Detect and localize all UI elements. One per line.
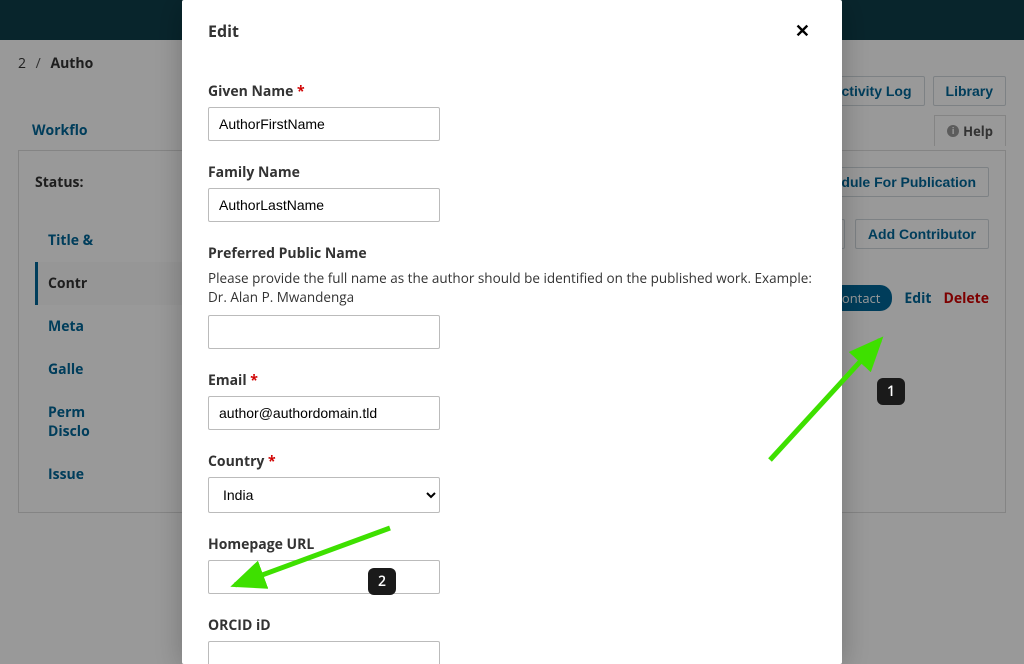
given-name-label: Given Name * <box>208 82 528 101</box>
country-select[interactable]: India <box>208 477 440 513</box>
preferred-name-label: Preferred Public Name <box>208 244 816 263</box>
email-label: Email * <box>208 371 528 390</box>
label-text: Given Name <box>208 82 293 101</box>
close-icon[interactable]: ✕ <box>789 21 816 41</box>
preferred-name-input[interactable] <box>208 315 440 349</box>
label-text: Country <box>208 452 264 471</box>
preferred-name-help: Please provide the full name as the auth… <box>208 269 816 307</box>
homepage-input[interactable] <box>208 560 440 594</box>
edit-contributor-modal: Edit ✕ Given Name * Family Name Preferre… <box>182 0 842 664</box>
given-name-group: Given Name * <box>208 82 528 141</box>
preferred-name-group: Preferred Public Name Please provide the… <box>208 244 816 349</box>
given-name-input[interactable] <box>208 107 440 141</box>
email-group: Email * <box>208 371 528 430</box>
country-group: Country * India <box>208 452 528 513</box>
country-label: Country * <box>208 452 528 471</box>
annotation-badge-1: 1 <box>877 378 905 405</box>
orcid-label: ORCID iD <box>208 616 528 635</box>
required-marker: * <box>268 452 276 471</box>
required-marker: * <box>250 371 258 390</box>
family-name-label: Family Name <box>208 163 528 182</box>
family-name-input[interactable] <box>208 188 440 222</box>
annotation-badge-2: 2 <box>368 568 396 595</box>
homepage-label: Homepage URL <box>208 535 528 554</box>
modal-header: Edit ✕ <box>208 20 816 42</box>
orcid-input[interactable] <box>208 641 440 664</box>
family-name-group: Family Name <box>208 163 528 222</box>
required-marker: * <box>297 82 305 101</box>
label-text: Email <box>208 371 247 390</box>
email-input[interactable] <box>208 396 440 430</box>
modal-title: Edit <box>208 20 239 42</box>
orcid-group: ORCID iD <box>208 616 528 664</box>
